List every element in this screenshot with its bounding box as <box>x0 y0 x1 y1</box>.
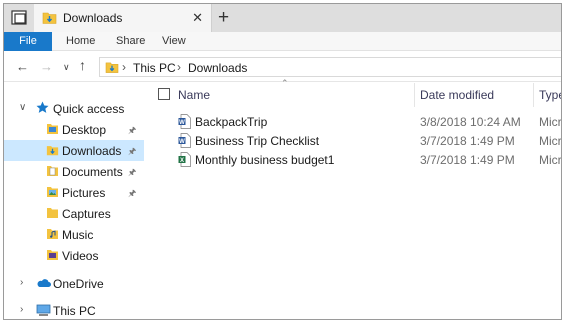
column-divider[interactable] <box>533 83 534 107</box>
breadcrumb-separator-icon[interactable]: › <box>177 60 181 74</box>
music-folder-icon <box>47 229 58 239</box>
breadcrumb-separator-icon[interactable]: › <box>122 60 126 74</box>
select-all-checkbox[interactable] <box>158 88 170 100</box>
sidebar-item-quick-access[interactable]: ∨ Quick access <box>4 98 144 119</box>
column-date-modified[interactable]: Date modified <box>420 88 494 102</box>
star-icon <box>36 101 49 113</box>
breadcrumb-downloads[interactable]: Downloads <box>188 61 247 75</box>
column-divider[interactable] <box>414 83 415 107</box>
svg-text:W: W <box>179 120 185 126</box>
forward-arrow-icon[interactable]: → <box>40 59 53 74</box>
expand-chevron-icon[interactable]: ∨ <box>19 102 26 113</box>
file-type: Micro <box>539 134 562 148</box>
close-tab-icon[interactable]: ✕ <box>192 10 203 26</box>
sidebar-item-downloads[interactable]: Downloads 🖈 <box>4 140 144 161</box>
sidebar-item-music[interactable]: Music <box>4 224 144 245</box>
folder-icon <box>47 208 58 218</box>
file-type: Micro <box>539 153 562 167</box>
ribbon-tab-home[interactable]: Home <box>66 35 95 47</box>
sidebar-item-label: Captures <box>62 207 111 221</box>
column-header-row: Name Date modified Type <box>146 83 561 107</box>
documents-folder-icon <box>47 166 58 176</box>
recent-locations-chevron-icon[interactable]: ∨ <box>63 62 70 73</box>
back-arrow-icon[interactable]: ← <box>16 59 29 74</box>
sidebar-item-this-pc[interactable]: › This PC <box>4 300 144 319</box>
file-type: Micro <box>539 115 562 129</box>
sidebar-item-pictures[interactable]: Pictures 🖈 <box>4 182 144 203</box>
sidebar-item-label: Videos <box>62 249 99 263</box>
file-row[interactable]: X Monthly business budget1 3/7/2018 1:49… <box>146 150 561 169</box>
sidebar-item-videos[interactable]: Videos <box>4 245 144 266</box>
sidebar-item-desktop[interactable]: Desktop 🖈 <box>4 119 144 140</box>
pin-icon[interactable]: 🖈 <box>128 144 136 160</box>
file-name: Monthly business budget1 <box>195 153 335 167</box>
file-list: ⌃ Name Date modified Type W BackpackTrip… <box>146 78 561 319</box>
sidebar-item-label: OneDrive <box>53 277 104 291</box>
tab-title: Downloads <box>63 11 123 25</box>
downloads-folder-icon <box>42 12 57 24</box>
breadcrumb-this-pc[interactable]: This PC <box>133 61 176 75</box>
sidebar-item-label: Music <box>62 228 94 242</box>
file-date: 3/7/2018 1:49 PM <box>420 134 515 148</box>
file-name: Business Trip Checklist <box>195 134 320 148</box>
expand-chevron-icon[interactable]: › <box>20 277 23 288</box>
ribbon-tab-view[interactable]: View <box>162 35 186 47</box>
file-name: BackpackTrip <box>195 115 268 129</box>
sidebar-item-label: Documents <box>62 165 123 179</box>
ribbon-tab-share[interactable]: Share <box>116 35 145 47</box>
sidebar-item-label: Pictures <box>62 186 106 200</box>
sidebar-item-label: Quick access <box>53 102 125 116</box>
address-bar[interactable]: › This PC › Downloads <box>99 57 561 77</box>
file-date: 3/7/2018 1:49 PM <box>420 153 515 167</box>
sidebar-item-onedrive[interactable]: › OneDrive <box>4 273 144 294</box>
svg-text:X: X <box>180 158 184 164</box>
new-tab-button[interactable]: + <box>218 7 229 29</box>
ribbon-tab-file[interactable]: File <box>4 32 52 51</box>
downloads-folder-icon <box>46 146 59 156</box>
navigation-pane: ∨ Quick access Desktop 🖈 Downloads 🖈 Doc… <box>4 83 146 319</box>
sidebar-item-label: Desktop <box>62 123 107 137</box>
tab-downloads[interactable]: Downloads ✕ <box>34 4 212 32</box>
word-doc-icon: W <box>178 114 191 129</box>
pin-icon[interactable]: 🖈 <box>128 165 136 181</box>
file-row[interactable]: W Business Trip Checklist 3/7/2018 1:49 … <box>146 131 561 150</box>
cloud-icon <box>37 279 51 287</box>
sidebar-item-documents[interactable]: Documents 🖈 <box>4 161 144 182</box>
sidebar-item-label: Downloads <box>62 144 122 158</box>
pictures-folder-icon <box>47 187 58 197</box>
file-date: 3/8/2018 10:24 AM <box>420 115 521 129</box>
column-type[interactable]: Type <box>539 88 561 102</box>
window-menu-icon[interactable] <box>11 10 27 25</box>
sidebar-item-label: This PC <box>53 304 96 318</box>
word-doc-icon: W <box>178 133 191 148</box>
tab-bar: Downloads ✕ + <box>4 4 561 32</box>
explorer-window: Downloads ✕ + File Home Share View ← → ∨… <box>3 3 562 320</box>
ribbon: File Home Share View <box>4 32 561 51</box>
sidebar-item-captures[interactable]: Captures <box>4 203 144 224</box>
column-name[interactable]: Name <box>178 88 210 102</box>
svg-text:W: W <box>179 139 185 145</box>
computer-icon <box>36 304 51 316</box>
file-row[interactable]: W BackpackTrip 3/8/2018 10:24 AM Micro <box>146 112 561 131</box>
folder-icon <box>47 124 58 134</box>
downloads-folder-icon <box>105 62 119 73</box>
expand-chevron-icon[interactable]: › <box>20 304 23 315</box>
pin-icon[interactable]: 🖈 <box>128 123 136 139</box>
excel-sheet-icon: X <box>178 152 191 167</box>
pin-icon[interactable]: 🖈 <box>128 186 136 202</box>
up-arrow-icon[interactable]: ↑ <box>79 57 86 73</box>
videos-folder-icon <box>47 250 58 260</box>
